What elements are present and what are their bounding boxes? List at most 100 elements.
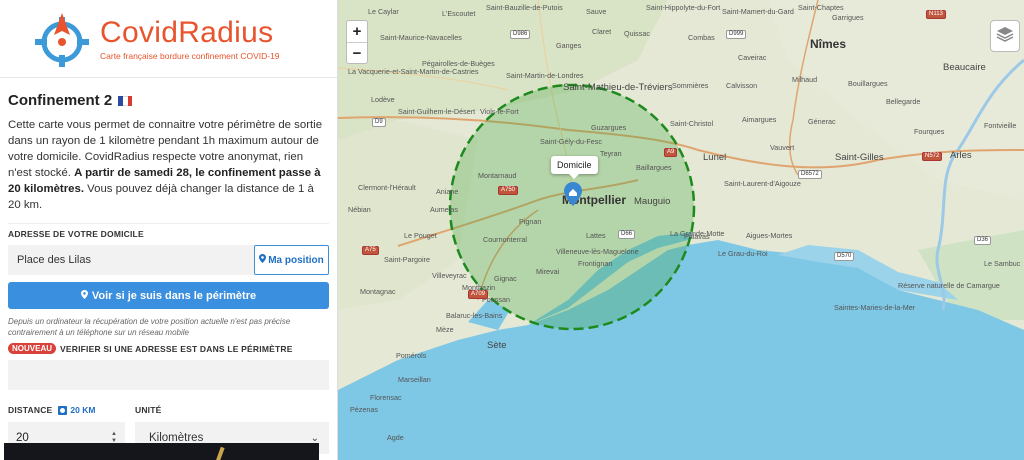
map-label-gignac: Gignac	[494, 274, 517, 283]
distance-tag: 20 KM	[58, 405, 95, 415]
map-label-la-vacquerie: La Vacquerie-et-Saint-Martin-de-Castries	[348, 67, 479, 76]
map-label-quissac: Quissac	[624, 29, 650, 38]
home-marker-icon[interactable]	[564, 182, 582, 206]
map-label-villeneuve: Villeneuve-lès-Maguelone	[556, 247, 639, 256]
map-label-calvisson: Calvisson	[726, 81, 758, 90]
distance-label: Distance	[8, 405, 53, 415]
map-label-nimes: Nîmes	[810, 37, 847, 51]
map-label-lodeve: Lodève	[371, 95, 395, 104]
map-label-villeveyrac: Villeveyrac	[432, 271, 467, 280]
map-label-arles: Arles	[950, 150, 972, 161]
road-d36: D36	[974, 236, 992, 245]
map-label-aumelas: Aumelas	[430, 205, 458, 214]
map-label-bellegarde: Bellegarde	[886, 97, 921, 106]
map-label-saint-laurent: Saint-Laurent-d'Aigouze	[724, 179, 801, 188]
map-label-marseillan: Marseillan	[398, 375, 431, 384]
brand-header[interactable]: CovidRadius Carte française bordure conf…	[0, 0, 337, 78]
map-label-meze: Mèze	[436, 325, 454, 334]
verify-label: Verifier si une adresse est dans le péri…	[60, 343, 293, 354]
map-label-saint-guilhem: Saint-Guilhem-le-Désert	[398, 107, 476, 116]
map-label-baillargues: Baillargues	[636, 163, 672, 172]
road-a750: A750	[498, 186, 519, 195]
map-label-montagnac: Montagnac	[360, 287, 396, 296]
sidebar-panel: CovidRadius Carte française bordure conf…	[0, 0, 338, 460]
map-label-saint-pargoire: Saint-Pargoire	[384, 255, 430, 264]
map-label-mauguio: Mauguio	[634, 196, 671, 207]
layers-button[interactable]	[990, 20, 1020, 52]
map-label-bouillargues: Bouillargues	[848, 79, 888, 88]
chevron-down-icon: ⌄	[310, 432, 319, 444]
map-label-cournonterral: Cournonterral	[483, 235, 527, 244]
map-label-grau-du-roi: Le Grau-du-Roi	[718, 249, 768, 258]
verify-label-row: Nouveau Verifier si une adresse est dans…	[8, 343, 329, 354]
map-label-saint-mathieu: Saint-Mathieu-de-Tréviers	[563, 82, 673, 93]
zoom-control: + −	[346, 20, 368, 64]
map-label-aniane: Aniane	[436, 187, 459, 196]
map-label-reserve-camargue: Réserve naturelle de Camargue	[898, 281, 1000, 290]
road-d570: D570	[834, 252, 855, 261]
map-label-pezenas: Pézenas	[350, 405, 378, 414]
map-label-aimargues: Aimargues	[742, 115, 777, 124]
unit-head: Unité	[135, 404, 329, 416]
map-label-agde: Agde	[387, 433, 404, 442]
map-label-saint-martin: Saint-Martin-de-Londres	[506, 71, 584, 80]
road-a9: A9	[664, 148, 678, 157]
precision-note: Depuis un ordinateur la récupération de …	[8, 317, 291, 337]
map-label-saint-gilles: Saint-Gilles	[835, 152, 884, 163]
map-label-navacelles: Saint-Maurice-Navacelles	[380, 33, 462, 42]
map-label-nebian: Nébian	[348, 205, 371, 214]
map-label-pignan: Pignan	[519, 217, 542, 226]
map-label-saint-chaptes: Saint-Chaptes	[798, 3, 844, 12]
map-label-le-pouget: Le Pouget	[404, 231, 437, 240]
crosshair-pin-icon	[32, 9, 92, 69]
map-label-le-sambuc: Le Sambuc	[984, 259, 1021, 268]
my-position-button[interactable]: Ma position	[254, 245, 329, 275]
distance-head: Distance 20 KM	[8, 404, 125, 416]
map-marker-icon	[259, 254, 267, 266]
map-label-la-grande-motte: La Grande-Motte	[670, 229, 725, 238]
distance-tag-text: 20 KM	[70, 405, 96, 415]
road-n113: N113	[926, 10, 946, 19]
address-input[interactable]	[8, 245, 254, 275]
map-label-escoutet: L'Escoutet	[442, 9, 476, 18]
map-label-garrigues: Garrigues	[832, 13, 864, 22]
unit-label: Unité	[135, 405, 162, 415]
map-label-beaucaire: Beaucaire	[943, 62, 986, 73]
map-label-sommieres: Sommières	[672, 81, 709, 90]
france-flag-icon	[118, 95, 133, 106]
map-label-frontignan: Frontignan	[578, 259, 613, 268]
verify-address-input[interactable]	[8, 360, 329, 390]
check-perimeter-label: Voir si je suis dans le périmètre	[91, 289, 257, 302]
map-label-sauve: Sauve	[586, 7, 607, 16]
banner-streak	[215, 446, 225, 460]
map-label-caveirac: Caveirac	[738, 53, 767, 62]
new-badge: Nouveau	[8, 343, 57, 354]
map-label-clermont: Clermont-l'Hérault	[358, 183, 416, 192]
brand-tagline: Carte française bordure confinement COVI…	[100, 50, 280, 61]
map-label-saint-hippolyte: Saint-Hippolyte-du-Fort	[646, 3, 721, 12]
map-label-montarnaud: Montarnaud	[478, 171, 517, 180]
map-label-lattes: Lattes	[586, 231, 606, 240]
zoom-in-button[interactable]: +	[347, 21, 367, 42]
map-label-aigues-mortes: Aigues-Mortes	[746, 231, 793, 240]
page-title-row: Confinement 2	[8, 92, 329, 109]
map-label-combas: Combas	[688, 33, 715, 42]
page-title: Confinement 2	[8, 92, 113, 109]
road-a75: A75	[362, 246, 379, 255]
road-d6572: D6572	[798, 170, 822, 179]
map-label-fourques: Fourques	[914, 127, 945, 136]
map-label-teyran: Teyran	[600, 149, 622, 158]
check-perimeter-button[interactable]: Voir si je suis dans le périmètre	[8, 282, 329, 309]
map-label-saint-gely: Saint-Gély-du-Fesc	[540, 137, 602, 146]
app-root: CovidRadius Carte française bordure conf…	[0, 0, 1024, 460]
map-label-saintes-maries: Saintes-Maries-de-la-Mer	[834, 303, 916, 312]
map-label-generac: Génerac	[808, 117, 836, 126]
target-icon	[58, 405, 68, 415]
map-label-balaruc: Balaruc-les-Bains	[446, 311, 503, 320]
zoom-out-button[interactable]: −	[347, 42, 367, 63]
address-row: Ma position	[8, 245, 329, 275]
map-label-ganges: Ganges	[556, 41, 582, 50]
road-d66: D66	[618, 230, 636, 239]
map-label-florensac: Florensac	[370, 393, 402, 402]
map-view[interactable]: Saint-Mathieu-de-Tréviers Montpellier Nî…	[338, 0, 1024, 460]
